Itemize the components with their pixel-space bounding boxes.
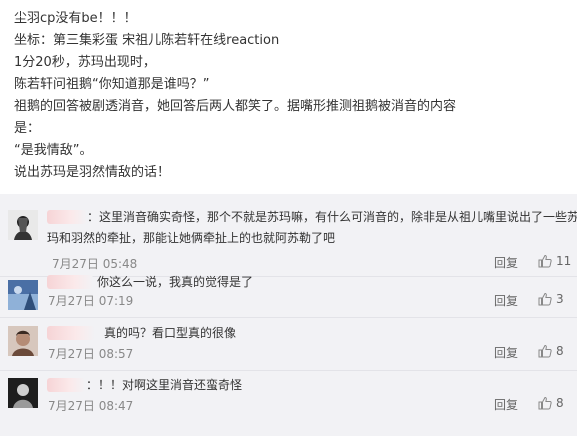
reply-button[interactable]: 回复 <box>494 292 518 309</box>
avatar-image <box>8 378 38 408</box>
thumbs-up-icon <box>538 292 552 306</box>
comment-text: 你这么一说，我真的觉得是了 <box>97 275 254 289</box>
post-line: 陈若轩问祖鹅“你知道那是谁吗？” <box>14 77 210 92</box>
comment-item: 真的吗？看口型真的很像 7月27日 08:57 回复 8 <box>0 318 577 370</box>
avatar[interactable] <box>8 378 38 408</box>
avatar[interactable] <box>8 280 38 310</box>
like-count: 8 <box>556 396 564 410</box>
thumbs-up-icon <box>538 254 552 268</box>
post-line: 坐标：第三集彩蛋 宋祖儿陈若轩在线reaction <box>14 33 280 48</box>
like-button[interactable]: 3 <box>538 292 564 306</box>
like-button[interactable]: 11 <box>538 254 571 268</box>
avatar-image <box>8 210 38 240</box>
comment-text: 玛和羽然的牵扯，那能让她俩牵扯上的也就阿苏勒了吧 <box>47 231 336 245</box>
reply-button[interactable]: 回复 <box>494 396 518 413</box>
post-body: 尘羽cp没有be！！！ 坐标：第三集彩蛋 宋祖儿陈若轩在线reaction 1分… <box>14 8 569 184</box>
comment-time: 7月27日 08:57 <box>48 347 134 361</box>
like-button[interactable]: 8 <box>538 396 564 410</box>
post-line: 是： <box>14 121 41 136</box>
comment-text: 真的吗？看口型真的很像 <box>104 326 237 340</box>
comment-list: ：这里消音确实奇怪，那个不就是苏玛嘛，有什么可消音的，除非是从祖儿嘴里说出了一些… <box>0 194 577 436</box>
comment-time: 7月27日 05:48 <box>52 257 138 271</box>
blurred-username[interactable] <box>47 326 95 340</box>
comment-time: 7月27日 07:19 <box>48 294 134 308</box>
avatar[interactable] <box>8 326 38 356</box>
avatar[interactable] <box>8 210 38 240</box>
like-button[interactable]: 8 <box>538 344 564 358</box>
comment-item: 你这么一说，我真的觉得是了 7月27日 07:19 回复 3 <box>0 275 577 317</box>
reply-button[interactable]: 回复 <box>494 254 518 271</box>
thumbs-up-icon <box>538 396 552 410</box>
comment-item: ：！！对啊这里消音还蛮奇怪 7月27日 08:47 回复 8 <box>0 371 577 436</box>
post-line: 1分20秒，苏玛出现时， <box>14 55 156 70</box>
like-count: 8 <box>556 344 564 358</box>
avatar-image <box>8 326 38 356</box>
reply-button[interactable]: 回复 <box>494 344 518 361</box>
blurred-username[interactable] <box>47 275 93 289</box>
blurred-username[interactable] <box>47 210 87 224</box>
avatar-image <box>8 280 38 310</box>
comment-item: ：这里消音确实奇怪，那个不就是苏玛嘛，有什么可消音的，除非是从祖儿嘴里说出了一些… <box>0 194 577 276</box>
like-count: 3 <box>556 292 564 306</box>
like-count: 11 <box>556 254 572 268</box>
comment-text: ：这里消音确实奇怪，那个不就是苏玛嘛，有什么可消音的，除非是从祖儿嘴里说出了一些… <box>87 210 577 224</box>
comment-time: 7月27日 08:47 <box>48 399 134 413</box>
blurred-username[interactable] <box>47 378 85 392</box>
thumbs-up-icon <box>538 344 552 358</box>
post-line: 说出苏玛是羽然情敌的话！ <box>14 165 171 180</box>
post-line: 尘羽cp没有be！！！ <box>14 11 137 26</box>
comment-text: ：！！对啊这里消音还蛮奇怪 <box>86 378 243 392</box>
post-line: 祖鹅的回答被剧透消音，她回答后两人都笑了。据嘴形推测祖鹅被消音的内容 <box>14 99 457 114</box>
post-line: “是我情敌”。 <box>14 143 93 158</box>
